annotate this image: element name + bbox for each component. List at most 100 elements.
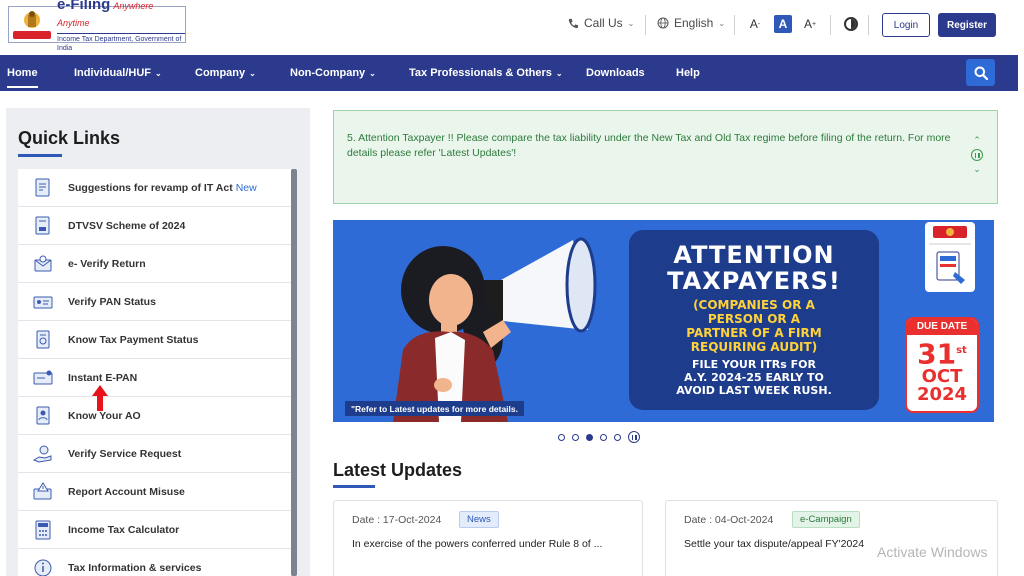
quick-link-tax-calculator[interactable]: Income Tax Calculator xyxy=(18,511,291,549)
phone-icon xyxy=(568,18,579,28)
alert-text: 5. Attention Taxpayer !! Please compare … xyxy=(347,132,951,159)
quick-link-suggestions[interactable]: Suggestions for revamp of IT Act New xyxy=(18,169,291,207)
quick-link-label: Income Tax Calculator xyxy=(68,523,180,536)
globe-icon xyxy=(657,17,669,29)
carousel-dot[interactable] xyxy=(572,433,579,441)
document-icon xyxy=(32,215,54,237)
update-tag: e-Campaign xyxy=(792,511,860,528)
font-decrease-label: A xyxy=(749,17,758,31)
due-date-label: DUE DATE xyxy=(907,319,977,335)
person-doc-icon xyxy=(32,405,54,427)
quick-link-label: Suggestions for revamp of IT Act xyxy=(68,181,233,194)
hero-banner[interactable]: "Refer to Latest updates for more detail… xyxy=(333,220,994,422)
nav-label: Downloads xyxy=(586,67,645,79)
nav-item-tax-professionals[interactable]: Tax Professionals & Others ⌄ xyxy=(409,55,563,91)
efiling-logo[interactable]: e-Filing Anywhere Anytime Income Tax Depa… xyxy=(8,0,186,52)
quick-link-label: Report Account Misuse xyxy=(68,485,185,498)
contrast-icon[interactable] xyxy=(844,17,858,31)
pause-icon[interactable] xyxy=(628,431,640,443)
quick-link-label: Verify Service Request xyxy=(68,447,182,460)
quick-link-verify-service[interactable]: Verify Service Request xyxy=(18,435,291,473)
nav-item-company[interactable]: Company ⌄ xyxy=(195,55,256,91)
carousel-dot-active[interactable] xyxy=(586,433,593,441)
call-us-dropdown[interactable]: Call Us ⌄ xyxy=(568,16,634,30)
divider xyxy=(830,15,831,35)
banner-note: "Refer to Latest updates for more detail… xyxy=(345,401,524,416)
nav-label: Help xyxy=(676,67,700,79)
update-card[interactable]: Date : 04-Oct-2024 e-Campaign Settle you… xyxy=(665,500,998,576)
chevron-up-icon[interactable]: ⌃ xyxy=(973,135,981,146)
nav-item-downloads[interactable]: Downloads xyxy=(586,55,645,91)
chevron-down-icon: ⌄ xyxy=(555,68,563,78)
main-nav: Home Individual/HUF ⌄ Company ⌄ Non-Compan… xyxy=(0,55,1018,91)
chevron-down-icon[interactable]: ⌄ xyxy=(973,164,981,175)
language-dropdown[interactable]: English ⌄ xyxy=(657,16,725,30)
update-text[interactable]: In exercise of the powers conferred unde… xyxy=(352,538,632,550)
update-tag: News xyxy=(459,511,499,528)
divider xyxy=(734,15,735,35)
banner-sub-line4: REQUIRING AUDIT) xyxy=(690,340,818,354)
font-normal-button[interactable]: A xyxy=(774,15,792,33)
carousel-dot[interactable] xyxy=(600,433,607,441)
carousel-dot[interactable] xyxy=(558,433,565,441)
due-year: 2024 xyxy=(916,384,968,406)
banner-title-line1: ATTENTION xyxy=(673,241,835,269)
due-date-calendar: DUE DATE 31st OCT 2024 xyxy=(905,317,979,413)
red-arrow-icon xyxy=(92,385,108,411)
register-button[interactable]: Register xyxy=(938,13,996,37)
search-icon xyxy=(974,66,988,80)
latest-updates-title: Latest Updates xyxy=(333,460,463,480)
quick-link-instant-epan[interactable]: Instant E-PAN xyxy=(18,359,291,397)
verify-envelope-icon xyxy=(32,253,54,275)
divider xyxy=(645,15,646,35)
language-label: English xyxy=(674,16,714,30)
quick-link-tax-payment[interactable]: Know Tax Payment Status xyxy=(18,321,291,359)
due-day-suffix: st xyxy=(956,345,967,356)
banner-body-line1: FILE YOUR ITRs FOR xyxy=(692,358,816,371)
calculator-icon xyxy=(32,519,54,541)
pause-icon[interactable] xyxy=(971,149,983,161)
quick-links-panel: Quick Links Suggestions for revamp of IT… xyxy=(6,108,310,576)
banner-body-line3: AVOID LAST WEEK RUSH. xyxy=(676,384,832,397)
title-underline xyxy=(333,485,375,488)
quick-link-label: Verify PAN Status xyxy=(68,295,156,308)
chevron-down-icon: ⌄ xyxy=(718,18,726,28)
emblem-icon xyxy=(9,7,55,42)
update-date: Date : 04-Oct-2024 xyxy=(684,514,774,526)
search-button[interactable] xyxy=(966,59,995,86)
font-decrease-button[interactable]: A- xyxy=(746,15,764,33)
quick-link-report-misuse[interactable]: Report Account Misuse xyxy=(18,473,291,511)
nav-item-individual-huf[interactable]: Individual/HUF ⌄ xyxy=(74,55,162,91)
nav-item-non-company[interactable]: Non-Company ⌄ xyxy=(290,55,376,91)
chevron-down-icon: ⌄ xyxy=(369,68,376,78)
efiling-card-logo xyxy=(925,222,975,292)
quick-link-know-ao[interactable]: Know Your AO xyxy=(18,397,291,435)
banner-sub-line2: PERSON OR A xyxy=(707,312,801,326)
announcement-alert: 5. Attention Taxpayer !! Please compare … xyxy=(333,110,998,204)
id-card-icon xyxy=(32,367,54,389)
woman-megaphone-illustration xyxy=(393,237,597,422)
payment-doc-icon xyxy=(32,329,54,351)
nav-label: Tax Professionals & Others xyxy=(409,67,552,79)
quick-link-dtvsv[interactable]: DTVSV Scheme of 2024 xyxy=(18,207,291,245)
pan-card-icon xyxy=(32,291,54,313)
scrollbar[interactable] xyxy=(291,169,297,576)
divider xyxy=(868,15,869,35)
chevron-down-icon: ⌄ xyxy=(155,68,162,78)
page: e-Filing Anywhere Anytime Income Tax Depa… xyxy=(0,0,1024,576)
font-increase-label: A xyxy=(803,17,812,31)
quick-link-tax-info[interactable]: Tax Information & services xyxy=(18,549,291,576)
logo-brand: e-Filing xyxy=(57,0,111,13)
login-button[interactable]: Login xyxy=(882,13,930,37)
nav-item-home[interactable]: Home xyxy=(7,55,38,91)
quick-link-verify-pan[interactable]: Verify PAN Status xyxy=(18,283,291,321)
quick-links-title: Quick Links xyxy=(18,128,121,148)
carousel-dot[interactable] xyxy=(614,433,621,441)
font-increase-button[interactable]: A + xyxy=(801,15,819,33)
nav-item-help[interactable]: Help xyxy=(676,55,700,91)
title-underline xyxy=(18,154,62,157)
attention-box: ATTENTION TAXPAYERS! (COMPANIES OR A PERS… xyxy=(629,230,879,410)
quick-link-label: e- Verify Return xyxy=(68,257,146,270)
update-card[interactable]: Date : 17-Oct-2024 News In exercise of t… xyxy=(333,500,643,576)
quick-link-e-verify[interactable]: e- Verify Return xyxy=(18,245,291,283)
